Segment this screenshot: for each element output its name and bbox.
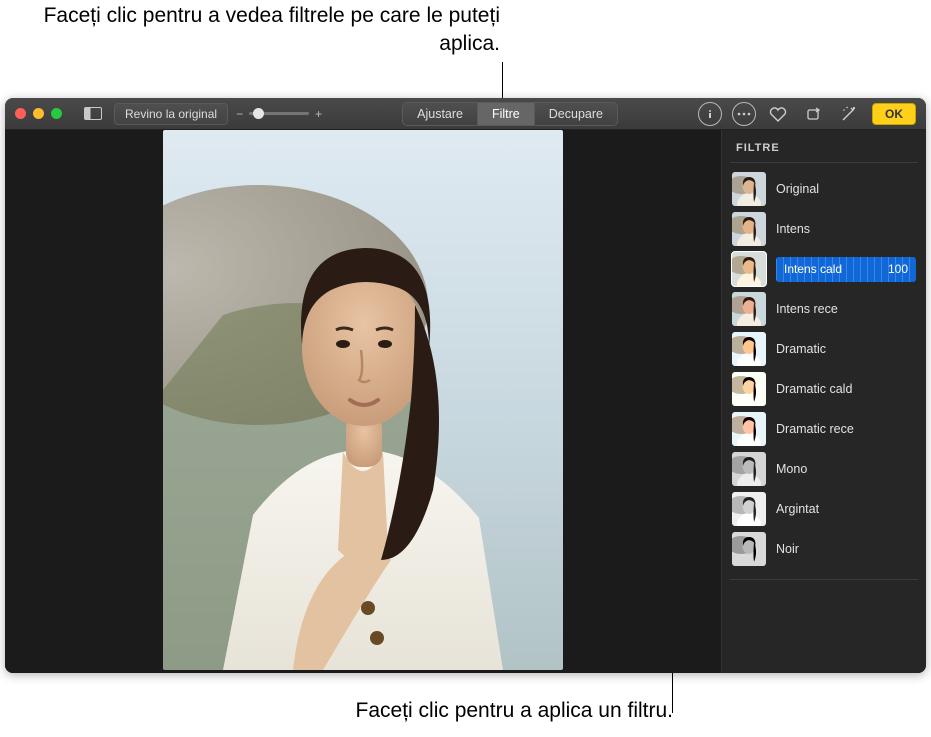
filter-item-mono[interactable]: Mono	[730, 449, 918, 489]
zoom-track[interactable]	[249, 112, 309, 115]
photo-preview	[163, 130, 563, 670]
filter-thumbnail	[732, 332, 766, 366]
favorite-button[interactable]	[766, 102, 790, 126]
filter-thumbnail	[732, 292, 766, 326]
filter-label: Argintat	[776, 502, 819, 516]
filter-intensity-value: 100	[888, 262, 908, 276]
toolbar: Revino la original − + Ajustare Filtre D…	[5, 98, 926, 130]
tab-adjust[interactable]: Ajustare	[403, 103, 477, 125]
done-label: OK	[885, 107, 903, 121]
filter-label: Noir	[776, 542, 799, 556]
filter-label: Mono	[776, 462, 807, 476]
filter-item-dramatic-rece[interactable]: Dramatic rece	[730, 409, 918, 449]
filter-item-noir[interactable]: Noir	[730, 529, 918, 569]
filter-thumbnail	[732, 532, 766, 566]
auto-enhance-button[interactable]	[836, 103, 862, 125]
tab-crop[interactable]: Decupare	[534, 103, 617, 125]
filter-label: Dramatic cald	[776, 382, 852, 396]
window-controls	[15, 108, 62, 119]
filters-panel-title: FILTRE	[730, 136, 918, 163]
filter-item-original[interactable]: Original	[730, 169, 918, 209]
more-button[interactable]	[732, 102, 756, 126]
minimize-window-button[interactable]	[33, 108, 44, 119]
zoom-slider[interactable]: − +	[236, 107, 322, 121]
filter-item-dramatic-cald[interactable]: Dramatic cald	[730, 369, 918, 409]
done-button[interactable]: OK	[872, 103, 916, 125]
filter-item-intens-cald[interactable]: Intens cald 100	[730, 249, 918, 289]
zoom-thumb[interactable]	[253, 108, 264, 119]
app-window: Revino la original − + Ajustare Filtre D…	[5, 98, 926, 673]
filters-panel: FILTRE OriginalIntensIntens cald100Inten…	[721, 130, 926, 673]
filter-intensity-slider[interactable]: Intens cald 100	[776, 257, 916, 282]
tab-filters[interactable]: Filtre	[477, 103, 534, 125]
filter-label: Dramatic	[776, 342, 826, 356]
zoom-minus-icon: −	[236, 107, 243, 121]
filter-list: Original Intens Intens cald 100 Intens rece D…	[730, 163, 918, 569]
close-window-button[interactable]	[15, 108, 26, 119]
photo-image	[163, 130, 563, 670]
callout-top-text: Faceți clic pentru a vedea filtrele pe c…	[44, 4, 500, 55]
toolbar-right: OK	[698, 102, 916, 126]
callout-bottom: Faceți clic pentru a aplica un filtru.	[356, 697, 673, 725]
photo-canvas	[5, 130, 721, 673]
sidebar-toggle-button[interactable]	[80, 103, 106, 125]
filter-thumbnail	[732, 212, 766, 246]
callout-bottom-text: Faceți clic pentru a aplica un filtru.	[356, 699, 673, 722]
mode-segmented-control: Ajustare Filtre Decupare	[402, 102, 618, 126]
filter-item-intens-rece[interactable]: Intens rece	[730, 289, 918, 329]
revert-button[interactable]: Revino la original	[114, 103, 228, 125]
main-area: FILTRE OriginalIntensIntens cald100Inten…	[5, 130, 926, 673]
callout-top: Faceți clic pentru a vedea filtrele pe c…	[10, 2, 500, 59]
filter-item-dramatic[interactable]: Dramatic	[730, 329, 918, 369]
filter-label: Intens rece	[776, 302, 838, 316]
filter-thumbnail	[732, 252, 766, 286]
panel-divider	[730, 579, 918, 580]
filter-thumbnail	[732, 372, 766, 406]
filter-label: Intens	[776, 222, 810, 236]
filter-thumbnail	[732, 172, 766, 206]
filter-item-intens[interactable]: Intens	[730, 209, 918, 249]
filter-label: Dramatic rece	[776, 422, 854, 436]
filter-label: Original	[776, 182, 819, 196]
info-button[interactable]	[698, 102, 722, 126]
rotate-button[interactable]	[800, 103, 826, 125]
maximize-window-button[interactable]	[51, 108, 62, 119]
filter-thumbnail	[732, 412, 766, 446]
filter-selected-label: Intens cald	[784, 262, 842, 276]
filter-thumbnail	[732, 452, 766, 486]
revert-label: Revino la original	[125, 107, 217, 121]
filter-thumbnail	[732, 492, 766, 526]
zoom-plus-icon: +	[315, 107, 322, 121]
filter-item-argintat[interactable]: Argintat	[730, 489, 918, 529]
